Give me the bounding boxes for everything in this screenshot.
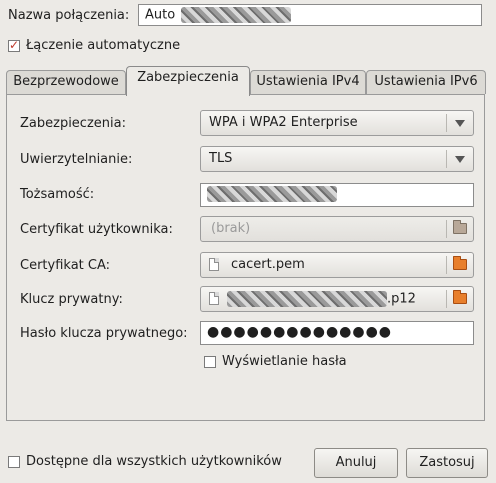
folder-icon (453, 256, 467, 270)
security-type-label: Zabezpieczenia: (20, 116, 126, 131)
tab-ipv6[interactable]: Ustawienia IPv6 (366, 70, 486, 94)
document-icon (209, 292, 219, 305)
tab-bar: Bezprzewodowe Zabezpieczenia Ustawienia … (6, 66, 486, 96)
private-key-chooser[interactable]: .p12 (200, 286, 474, 312)
tab-security[interactable]: Zabezpieczenia (126, 66, 250, 96)
tab-wireless[interactable]: Bezprzewodowe (6, 70, 126, 94)
autoconnect-label: Łączenie automatyczne (26, 38, 181, 53)
cancel-button[interactable]: Anuluj (314, 448, 398, 478)
all-users-checkbox[interactable] (8, 456, 20, 468)
ca-cert-label: Certyfikat CA: (20, 258, 111, 273)
user-cert-chooser[interactable]: (brak) (200, 216, 474, 242)
auth-label: Uwierzytelnianie: (20, 152, 133, 167)
combo-separator (446, 150, 447, 168)
all-users-label: Dostępne dla wszystkich użytkowników (26, 454, 282, 469)
key-password-input[interactable]: ●●●●●●●●●●●●●● (200, 321, 474, 345)
chooser-separator (446, 220, 447, 238)
show-password-label: Wyświetlanie hasła (222, 354, 347, 369)
autoconnect-checkbox[interactable] (8, 38, 20, 52)
document-icon (209, 258, 219, 271)
show-password-checkbox[interactable] (204, 356, 216, 368)
folder-icon (453, 290, 467, 304)
connection-name-input[interactable]: Auto (138, 4, 482, 26)
connection-name-value: Auto (145, 7, 176, 23)
key-password-label: Hasło klucza prywatnego: (20, 326, 188, 341)
redacted-text (227, 291, 387, 307)
private-key-suffix: .p12 (387, 291, 416, 307)
combo-separator (446, 114, 447, 132)
redacted-text (207, 186, 337, 202)
user-cert-value: (brak) (211, 221, 251, 236)
folder-icon (453, 220, 467, 234)
redacted-text (181, 7, 292, 23)
security-type-value: WPA i WPA2 Enterprise (209, 115, 358, 130)
ca-cert-chooser[interactable]: cacert.pem (200, 252, 474, 278)
auth-value: TLS (209, 151, 233, 166)
chooser-separator (446, 290, 447, 308)
ca-cert-value: cacert.pem (231, 257, 305, 272)
dropdown-arrow-icon (455, 120, 465, 127)
apply-button[interactable]: Zastosuj (406, 448, 488, 478)
chooser-separator (446, 256, 447, 274)
connection-name-label: Nazwa połączenia: (8, 8, 130, 23)
auth-select[interactable]: TLS (200, 146, 474, 172)
key-password-value: ●●●●●●●●●●●●●● (207, 324, 393, 340)
tab-ipv4[interactable]: Ustawienia IPv4 (250, 70, 366, 94)
private-key-label: Klucz prywatny: (20, 292, 123, 307)
security-type-select[interactable]: WPA i WPA2 Enterprise (200, 110, 474, 136)
dropdown-arrow-icon (455, 156, 465, 163)
user-cert-label: Certyfikat użytkownika: (20, 222, 173, 237)
identity-input[interactable] (200, 183, 474, 207)
identity-label: Tożsamość: (20, 187, 95, 202)
